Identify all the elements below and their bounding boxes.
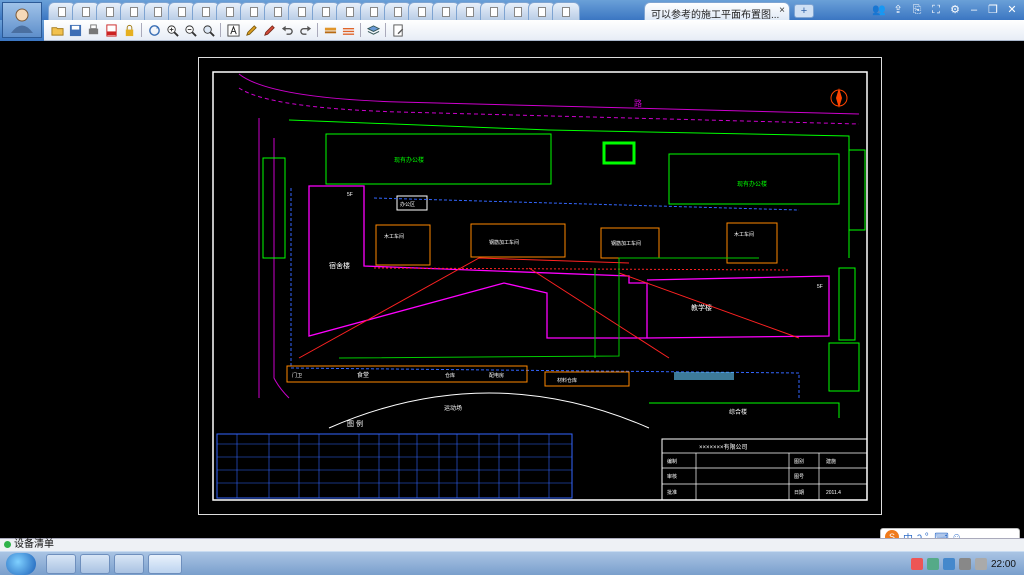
tray-network-icon[interactable] <box>958 558 971 570</box>
canteen-power: 配电房 <box>489 372 504 379</box>
copy-icon[interactable]: ⎘ <box>909 2 925 18</box>
dorm-label: 宿舍楼 <box>329 261 350 270</box>
taskbar: 22:00 <box>0 551 1024 575</box>
tb-r0c3: 建施 <box>826 458 836 465</box>
canteen-store: 仓库 <box>445 372 455 379</box>
office-right-label: 现有办公楼 <box>737 180 767 188</box>
text-icon[interactable] <box>225 22 241 38</box>
title-block-company: ×××××××有限公司 <box>699 443 748 451</box>
pdf-icon[interactable] <box>103 22 119 38</box>
pen-icon[interactable] <box>243 22 259 38</box>
teaching-floors: 5F <box>817 284 823 290</box>
road-label: 路 <box>634 98 642 108</box>
taskbar-app-active[interactable] <box>148 554 182 574</box>
toolbar-separator <box>385 23 386 37</box>
zoom-window-icon[interactable] <box>200 22 216 38</box>
cad-drawing-sheet[interactable]: 路 现有办公楼 现有办公楼 宿舍楼 5F 教学楼 5F 木工车间 钢筋加工车间 <box>198 57 882 515</box>
app-window: 可以参考的施工平面布置图... × + 👥 ⇪ ⎘ ⛶ ⚙ – ❐ ✕ 路 现有… <box>0 0 1024 575</box>
title-bar: 可以参考的施工平面布置图... × + 👥 ⇪ ⎘ ⛶ ⚙ – ❐ ✕ <box>0 0 1024 20</box>
close-button[interactable]: ✕ <box>1004 2 1020 18</box>
tray-clock[interactable]: 22:00 <box>991 559 1016 570</box>
room-label-0: 办公区 <box>400 201 415 208</box>
tb-r2c2: 日期 <box>794 490 804 496</box>
tb-r1c0: 审核 <box>667 473 677 480</box>
canteen-label: 食堂 <box>357 371 369 379</box>
room-label-1: 木工车间 <box>384 233 404 240</box>
tb-r2c0: 批准 <box>667 489 677 496</box>
tab-active-title: 可以参考的施工平面布置图... <box>651 10 780 20</box>
toolbar-separator <box>220 23 221 37</box>
avatar-icon <box>11 8 33 33</box>
status-label[interactable]: 设备清单 <box>14 539 54 550</box>
store-label: 材料仓库 <box>557 377 577 384</box>
fullscreen-icon[interactable]: ⛶ <box>928 2 944 18</box>
room-label-3: 钢筋加工车间 <box>611 240 641 247</box>
window-controls: 👥 ⇪ ⎘ ⛶ ⚙ – ❐ ✕ <box>871 2 1020 18</box>
room-label-2: 钢筋加工车间 <box>489 239 519 246</box>
tab-strip <box>48 2 580 20</box>
redraw-icon[interactable] <box>146 22 162 38</box>
open-folder-icon[interactable] <box>49 22 65 38</box>
undo-icon[interactable] <box>279 22 295 38</box>
toolbar <box>44 20 1024 41</box>
tb-r0c2: 图别 <box>794 458 804 465</box>
layer-a-icon[interactable] <box>322 22 338 38</box>
tray-user-icon[interactable] <box>942 558 955 570</box>
layer-b-icon[interactable] <box>340 22 356 38</box>
highlighter-icon[interactable] <box>261 22 277 38</box>
sports-label: 运动场 <box>444 404 462 412</box>
teaching-label: 教学楼 <box>691 303 712 312</box>
composite-label: 综合楼 <box>729 408 747 416</box>
legend-title: 图 例 <box>347 419 363 428</box>
start-button[interactable] <box>6 553 36 575</box>
minimize-button[interactable]: – <box>966 2 982 18</box>
office-left-label: 现有办公楼 <box>394 156 424 164</box>
tray-sogou-icon[interactable] <box>910 558 923 570</box>
status-dot-icon <box>4 540 11 548</box>
room-label-4: 木工车间 <box>734 231 754 238</box>
tb-r2c3: 2011.4 <box>826 490 841 496</box>
taskbar-explorer[interactable] <box>46 554 76 574</box>
user-avatar[interactable] <box>2 2 42 38</box>
edit-icon[interactable] <box>390 22 406 38</box>
tb-r0c0: 编制 <box>667 458 677 465</box>
tab-22[interactable] <box>552 2 580 20</box>
toolbar-separator <box>317 23 318 37</box>
canteen-gate: 门卫 <box>292 372 302 379</box>
system-tray: 22:00 <box>910 552 1024 575</box>
status-bar: 设备清单 <box>0 538 1024 551</box>
toolbar-separator <box>360 23 361 37</box>
users-icon[interactable]: 👥 <box>871 2 887 18</box>
taskbar-app-1[interactable] <box>80 554 110 574</box>
tray-volume-icon[interactable] <box>974 558 987 570</box>
layers-icon[interactable] <box>365 22 381 38</box>
taskbar-app-2[interactable] <box>114 554 144 574</box>
zoom-out-icon[interactable] <box>182 22 198 38</box>
tab-active[interactable]: 可以参考的施工平面布置图... × <box>644 2 790 20</box>
maximize-button[interactable]: ❐ <box>985 2 1001 18</box>
print-icon[interactable] <box>85 22 101 38</box>
new-tab-button[interactable]: + <box>794 4 814 18</box>
dorm-floors: 5F <box>347 192 353 198</box>
tab-close-button[interactable]: × <box>779 5 785 16</box>
redo-icon[interactable] <box>297 22 313 38</box>
lock-icon[interactable] <box>121 22 137 38</box>
toolbar-separator <box>141 23 142 37</box>
save-icon[interactable] <box>67 22 83 38</box>
share-icon[interactable]: ⇪ <box>890 2 906 18</box>
tray-app-icon[interactable] <box>926 558 939 570</box>
tb-r1c2: 图号 <box>794 474 804 480</box>
zoom-in-icon[interactable] <box>164 22 180 38</box>
settings-icon[interactable]: ⚙ <box>947 2 963 18</box>
site-plan: 路 现有办公楼 现有办公楼 宿舍楼 5F 教学楼 5F 木工车间 钢筋加工车间 <box>212 71 868 501</box>
